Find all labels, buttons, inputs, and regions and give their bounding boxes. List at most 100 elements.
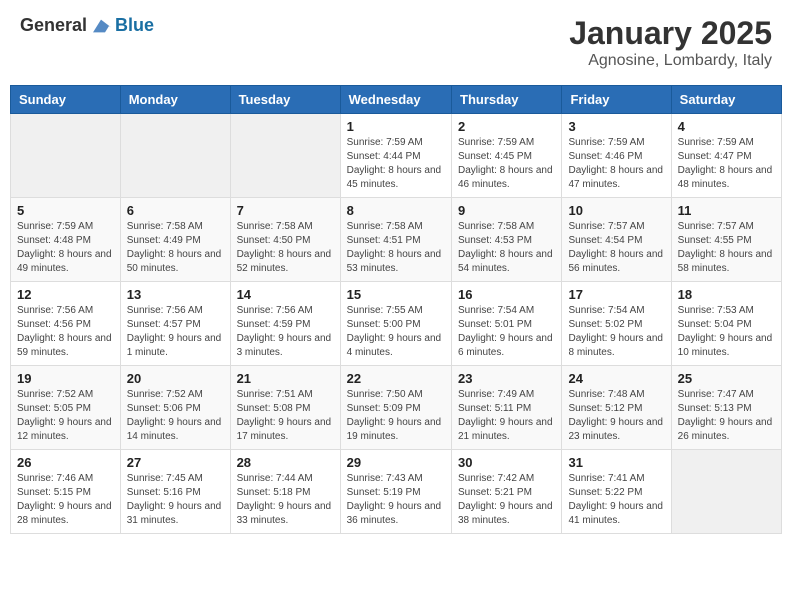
calendar-cell: 13 Sunrise: 7:56 AM Sunset: 4:57 PM Dayli… <box>120 282 230 366</box>
day-info: Sunrise: 7:42 AM Sunset: 5:21 PM Dayligh… <box>458 472 555 528</box>
calendar-cell: 16Sunrise: 7:54 AM Sunset: 5:01 PM Dayli… <box>452 282 562 366</box>
calendar-cell: 20 Sunrise: 7:52 AM Sunset: 5:06 PM Dayli… <box>120 366 230 450</box>
calendar-cell: 30 Sunrise: 7:42 AM Sunset: 5:21 PM Dayli… <box>452 450 562 534</box>
day-info: Sunrise: 7:59 AM Sunset: 4:45 PM Dayligh… <box>458 136 555 192</box>
day-number: 24 <box>568 371 664 386</box>
calendar-cell: 24 Sunrise: 7:48 AM Sunset: 5:12 PM Dayli… <box>562 366 671 450</box>
day-info: Sunrise: 7:43 AM Sunset: 5:19 PM Dayligh… <box>347 472 445 528</box>
calendar-cell: 1 Sunrise: 7:59 AM Sunset: 4:44 PM Daylig… <box>340 114 451 198</box>
day-info: Sunrise: 7:58 AM Sunset: 4:51 PM Dayligh… <box>347 220 445 276</box>
day-info: Sunrise: 7:59 AM Sunset: 4:44 PM Dayligh… <box>347 136 445 192</box>
logo-general: General <box>20 15 87 36</box>
day-number: 10 <box>568 203 664 218</box>
day-info: Sunrise: 7:45 AM Sunset: 5:16 PM Dayligh… <box>127 472 224 528</box>
day-number: 9 <box>458 203 555 218</box>
calendar-cell: 27Sunrise: 7:45 AM Sunset: 5:16 PM Dayli… <box>120 450 230 534</box>
day-number: 14 <box>237 287 334 302</box>
weekday-header-thursday: Thursday <box>452 86 562 114</box>
day-info: Sunrise: 7:56 AM Sunset: 4:59 PM Dayligh… <box>237 304 334 360</box>
calendar-cell: 29 Sunrise: 7:43 AM Sunset: 5:19 PM Dayli… <box>340 450 451 534</box>
calendar-cell: 5Sunrise: 7:59 AM Sunset: 4:48 PM Daylig… <box>11 198 121 282</box>
calendar-cell: 11 Sunrise: 7:57 AM Sunset: 4:55 PM Dayli… <box>671 198 781 282</box>
day-info: Sunrise: 7:44 AM Sunset: 5:18 PM Dayligh… <box>237 472 334 528</box>
calendar-cell: 18Sunrise: 7:53 AM Sunset: 5:04 PM Dayli… <box>671 282 781 366</box>
logo-blue: Blue <box>115 15 154 36</box>
logo: General Blue <box>20 15 154 36</box>
calendar-cell <box>230 114 340 198</box>
weekday-header-sunday: Sunday <box>11 86 121 114</box>
calendar-cell: 7Sunrise: 7:58 AM Sunset: 4:50 PM Daylig… <box>230 198 340 282</box>
day-number: 23 <box>458 371 555 386</box>
calendar-cell: 26 Sunrise: 7:46 AM Sunset: 5:15 PM Dayli… <box>11 450 121 534</box>
weekday-header-wednesday: Wednesday <box>340 86 451 114</box>
day-info: Sunrise: 7:50 AM Sunset: 5:09 PM Dayligh… <box>347 388 445 444</box>
day-number: 12 <box>17 287 114 302</box>
day-number: 16 <box>458 287 555 302</box>
day-info: Sunrise: 7:48 AM Sunset: 5:12 PM Dayligh… <box>568 388 664 444</box>
day-number: 2 <box>458 119 555 134</box>
weekday-header-tuesday: Tuesday <box>230 86 340 114</box>
calendar-cell: 21 Sunrise: 7:51 AM Sunset: 5:08 PM Dayli… <box>230 366 340 450</box>
calendar-cell: 3Sunrise: 7:59 AM Sunset: 4:46 PM Daylig… <box>562 114 671 198</box>
day-number: 29 <box>347 455 445 470</box>
calendar-cell <box>11 114 121 198</box>
day-info: Sunrise: 7:46 AM Sunset: 5:15 PM Dayligh… <box>17 472 114 528</box>
day-number: 20 <box>127 371 224 386</box>
day-number: 7 <box>237 203 334 218</box>
calendar-week-row: 12 Sunrise: 7:56 AM Sunset: 4:56 PM Dayli… <box>11 282 782 366</box>
calendar-cell: 17 Sunrise: 7:54 AM Sunset: 5:02 PM Dayli… <box>562 282 671 366</box>
day-number: 11 <box>678 203 775 218</box>
weekday-header-saturday: Saturday <box>671 86 781 114</box>
day-number: 15 <box>347 287 445 302</box>
calendar-cell: 10 Sunrise: 7:57 AM Sunset: 4:54 PM Dayli… <box>562 198 671 282</box>
page-header: General Blue January 2025 Agnosine, Lomb… <box>10 10 782 75</box>
calendar-cell: 22 Sunrise: 7:50 AM Sunset: 5:09 PM Dayli… <box>340 366 451 450</box>
day-number: 17 <box>568 287 664 302</box>
calendar-week-row: 5Sunrise: 7:59 AM Sunset: 4:48 PM Daylig… <box>11 198 782 282</box>
calendar-cell: 28Sunrise: 7:44 AM Sunset: 5:18 PM Dayli… <box>230 450 340 534</box>
calendar-cell <box>120 114 230 198</box>
calendar-cell: 9 Sunrise: 7:58 AM Sunset: 4:53 PM Daylig… <box>452 198 562 282</box>
title-area: January 2025 Agnosine, Lombardy, Italy <box>569 15 772 70</box>
day-number: 22 <box>347 371 445 386</box>
day-info: Sunrise: 7:56 AM Sunset: 4:57 PM Dayligh… <box>127 304 224 360</box>
day-number: 26 <box>17 455 114 470</box>
day-info: Sunrise: 7:55 AM Sunset: 5:00 PM Dayligh… <box>347 304 445 360</box>
day-info: Sunrise: 7:54 AM Sunset: 5:02 PM Dayligh… <box>568 304 664 360</box>
day-number: 8 <box>347 203 445 218</box>
day-number: 30 <box>458 455 555 470</box>
day-number: 18 <box>678 287 775 302</box>
calendar-week-row: 26 Sunrise: 7:46 AM Sunset: 5:15 PM Dayli… <box>11 450 782 534</box>
day-number: 13 <box>127 287 224 302</box>
day-number: 3 <box>568 119 664 134</box>
calendar-cell: 14 Sunrise: 7:56 AM Sunset: 4:59 PM Dayli… <box>230 282 340 366</box>
calendar-cell: 15 Sunrise: 7:55 AM Sunset: 5:00 PM Dayli… <box>340 282 451 366</box>
calendar-table: SundayMondayTuesdayWednesdayThursdayFrid… <box>10 85 782 534</box>
calendar-cell: 19 Sunrise: 7:52 AM Sunset: 5:05 PM Dayli… <box>11 366 121 450</box>
day-number: 4 <box>678 119 775 134</box>
calendar-week-row: 19 Sunrise: 7:52 AM Sunset: 5:05 PM Dayli… <box>11 366 782 450</box>
calendar-cell: 25 Sunrise: 7:47 AM Sunset: 5:13 PM Dayli… <box>671 366 781 450</box>
calendar-cell: 6Sunrise: 7:58 AM Sunset: 4:49 PM Daylig… <box>120 198 230 282</box>
day-info: Sunrise: 7:52 AM Sunset: 5:06 PM Dayligh… <box>127 388 224 444</box>
calendar-cell: 8 Sunrise: 7:58 AM Sunset: 4:51 PM Daylig… <box>340 198 451 282</box>
day-info: Sunrise: 7:57 AM Sunset: 4:54 PM Dayligh… <box>568 220 664 276</box>
location-subtitle: Agnosine, Lombardy, Italy <box>569 52 772 70</box>
calendar-cell <box>671 450 781 534</box>
day-number: 1 <box>347 119 445 134</box>
day-number: 19 <box>17 371 114 386</box>
day-info: Sunrise: 7:59 AM Sunset: 4:48 PM Dayligh… <box>17 220 114 276</box>
day-info: Sunrise: 7:51 AM Sunset: 5:08 PM Dayligh… <box>237 388 334 444</box>
day-number: 21 <box>237 371 334 386</box>
day-number: 25 <box>678 371 775 386</box>
day-info: Sunrise: 7:41 AM Sunset: 5:22 PM Dayligh… <box>568 472 664 528</box>
calendar-cell: 31Sunrise: 7:41 AM Sunset: 5:22 PM Dayli… <box>562 450 671 534</box>
day-info: Sunrise: 7:59 AM Sunset: 4:47 PM Dayligh… <box>678 136 775 192</box>
day-info: Sunrise: 7:56 AM Sunset: 4:56 PM Dayligh… <box>17 304 114 360</box>
day-info: Sunrise: 7:58 AM Sunset: 4:53 PM Dayligh… <box>458 220 555 276</box>
day-info: Sunrise: 7:57 AM Sunset: 4:55 PM Dayligh… <box>678 220 775 276</box>
day-info: Sunrise: 7:52 AM Sunset: 5:05 PM Dayligh… <box>17 388 114 444</box>
weekday-header-friday: Friday <box>562 86 671 114</box>
day-info: Sunrise: 7:47 AM Sunset: 5:13 PM Dayligh… <box>678 388 775 444</box>
month-title: January 2025 <box>569 15 772 52</box>
